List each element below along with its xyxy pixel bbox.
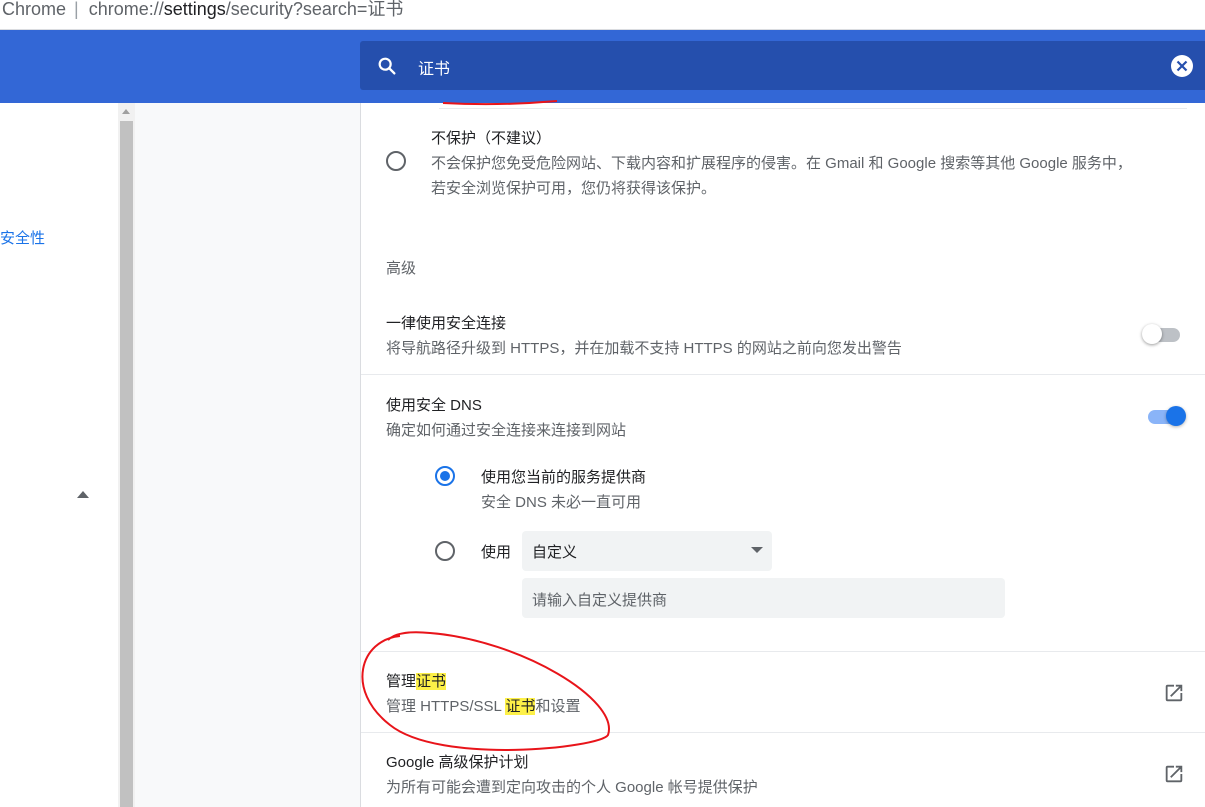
toggle-knob: [1142, 324, 1162, 344]
advanced-protection-desc: 为所有可能会遭到定向攻击的个人 Google 帐号提供保护: [386, 779, 758, 796]
sidebar: 安全性: [0, 103, 118, 807]
custom-dns-provider-input[interactable]: 请输入自定义提供商: [522, 578, 1005, 618]
title-text: 管理: [386, 673, 417, 690]
divider: [361, 374, 1205, 375]
scrollbar-thumb[interactable]: [120, 121, 133, 807]
close-icon[interactable]: [1171, 55, 1193, 77]
search-input[interactable]: 证书: [418, 55, 450, 79]
search-icon[interactable]: [376, 55, 398, 77]
no-protection-title: 不保护（不建议）: [431, 130, 552, 147]
scroll-up-icon[interactable]: [122, 109, 130, 114]
manage-certificates-row[interactable]: 管理证书 管理 HTTPS/SSL 证书和设置: [361, 652, 1205, 732]
sidebar-item-security[interactable]: 安全性: [0, 227, 45, 248]
dns-current-provider-radio[interactable]: [435, 466, 455, 486]
custom-dns-provider-placeholder: 请输入自定义提供商: [532, 592, 668, 609]
no-protection-radio[interactable]: [386, 151, 406, 171]
https-only-toggle[interactable]: [1142, 322, 1184, 346]
address-origin: Chrome: [2, 0, 67, 19]
address-url[interactable]: chrome://settings/security?search=证书: [89, 0, 404, 19]
search-highlight: 证书: [505, 698, 536, 715]
sidebar-scrollbar[interactable]: [118, 103, 135, 807]
no-protection-desc: 不会保护您免受危险网站、下载内容和扩展程序的侵害。在 Gmail 和 Googl…: [431, 155, 1132, 172]
dns-provider-select-value: 自定义: [532, 544, 578, 561]
secure-dns-desc: 确定如何通过安全连接来连接到网站: [386, 422, 627, 439]
top-divider: [439, 103, 1187, 109]
collapse-up-icon[interactable]: [77, 491, 89, 498]
advanced-protection-row[interactable]: Google 高级保护计划 为所有可能会遭到定向攻击的个人 Google 帐号提…: [361, 733, 1205, 807]
url-host: settings: [163, 0, 226, 19]
no-protection-desc-2: 若安全浏览保护可用，您仍将获得该保护。: [431, 180, 717, 197]
settings-search-box[interactable]: 证书: [360, 41, 1205, 90]
search-highlight: 证书: [416, 673, 447, 690]
settings-header: 证书: [0, 30, 1205, 103]
advanced-heading: 高级: [386, 260, 417, 277]
chevron-down-icon: [751, 547, 763, 553]
secure-dns-toggle[interactable]: [1146, 404, 1188, 428]
https-only-desc: 将导航路径升级到 HTTPS，并在加载不支持 HTTPS 的网站之前向您发出警告: [386, 340, 902, 357]
open-in-new-icon[interactable]: [1163, 763, 1185, 785]
address-bar[interactable]: Chrome | chrome://settings/security?search…: [0, 0, 1205, 30]
desc-text: 管理 HTTPS/SSL: [386, 698, 506, 715]
address-separator: |: [74, 0, 79, 19]
https-only-title: 一律使用安全连接: [386, 315, 507, 332]
dns-provider-select[interactable]: 自定义: [522, 531, 772, 571]
desc-text: 和设置: [535, 698, 581, 715]
dns-custom-label: 使用: [481, 544, 512, 561]
url-prefix: chrome://: [88, 0, 164, 19]
url-path: /security?search=证书: [225, 0, 404, 19]
toggle-knob: [1166, 406, 1186, 426]
dns-current-provider-desc: 安全 DNS 未必一直可用: [481, 494, 642, 511]
advanced-protection-title: Google 高级保护计划: [386, 754, 529, 771]
secure-dns-title: 使用安全 DNS: [386, 397, 482, 414]
manage-certificates-title: 管理证书: [386, 670, 447, 691]
manage-certificates-desc: 管理 HTTPS/SSL 证书和设置: [386, 695, 581, 716]
open-in-new-icon[interactable]: [1163, 682, 1185, 704]
security-settings-card: 不保护（不建议） 不会保护您免受危险网站、下载内容和扩展程序的侵害。在 Gmai…: [360, 103, 1205, 807]
dns-custom-radio[interactable]: [435, 541, 455, 561]
dns-current-provider-title: 使用您当前的服务提供商: [481, 469, 647, 486]
